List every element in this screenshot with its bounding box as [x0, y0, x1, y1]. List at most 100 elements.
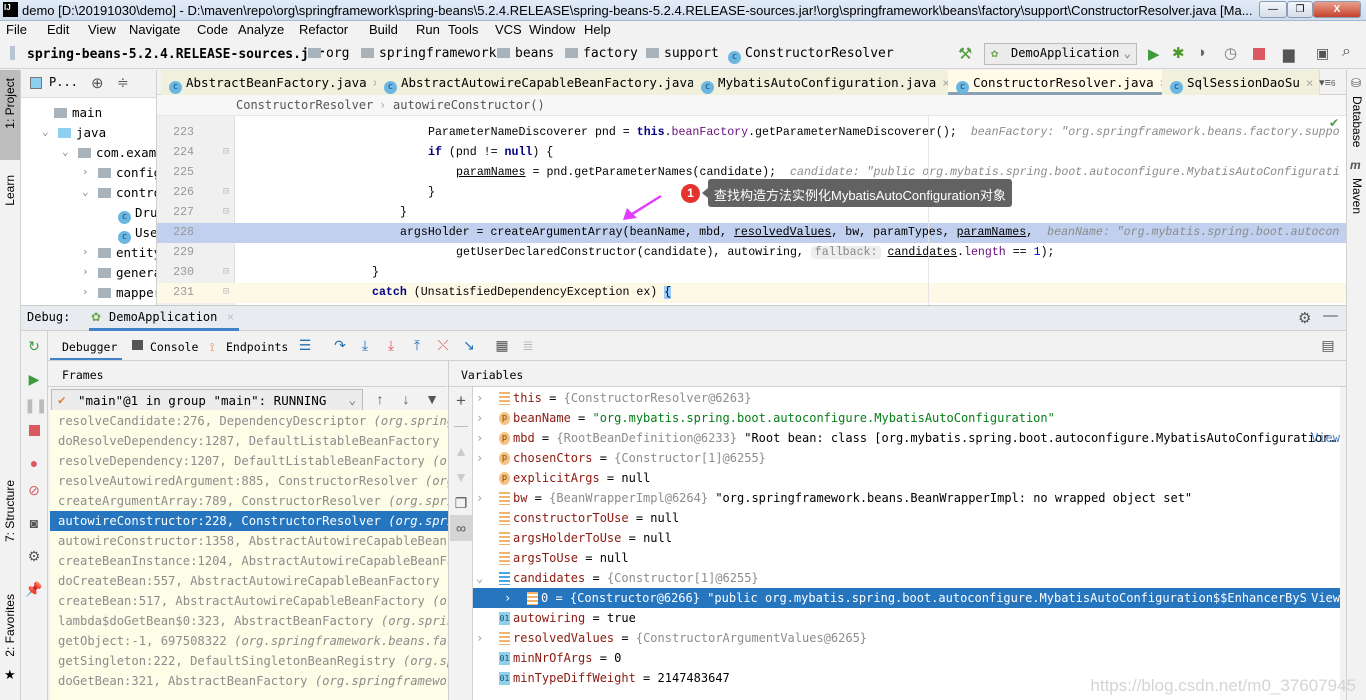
line-number[interactable]: 227: [169, 203, 194, 223]
stack-frame[interactable]: resolveDependency:1207, DefaultListableB…: [50, 451, 448, 471]
locate-icon[interactable]: ⊕: [91, 74, 104, 92]
menu-window[interactable]: Window: [529, 22, 575, 37]
pin-icon[interactable]: 📌: [24, 581, 44, 598]
menu-refactor[interactable]: Refactor: [299, 22, 348, 37]
tree-item-generator[interactable]: › genera: [82, 265, 156, 280]
stack-frame[interactable]: createBean:517, AbstractAutowireCapableB…: [50, 591, 448, 611]
pause-icon[interactable]: ❚❚: [24, 397, 47, 414]
variable-row[interactable]: 01 autowiring = true: [473, 608, 1340, 628]
thread-selector[interactable]: ✔ "main"@1 in group "main": RUNNING ⌄: [51, 389, 363, 412]
run-icon[interactable]: ▶: [1148, 45, 1160, 63]
stack-frame[interactable]: getSingleton:222, DefaultSingletonBeanRe…: [50, 651, 448, 671]
tab-console[interactable]: Console: [130, 331, 200, 360]
evaluate-expression-icon[interactable]: ▦: [492, 337, 512, 354]
menu-navigate[interactable]: Navigate: [129, 22, 180, 37]
move-down-icon[interactable]: ▼: [451, 469, 471, 485]
breadcrumb-factory[interactable]: factory: [565, 46, 638, 61]
line-number[interactable]: 224: [169, 143, 194, 163]
terminal-window-icon[interactable]: ▣: [1316, 45, 1329, 62]
variable-row[interactable]: › this = {ConstructorResolver@6263}: [473, 388, 1340, 408]
variable-row[interactable]: argsHolderToUse = null: [473, 528, 1340, 548]
variable-row[interactable]: › 0 = {Constructor@6266} "public org.myba…: [473, 588, 1340, 608]
menu-tools[interactable]: Tools: [448, 22, 478, 37]
tree-item-com-example[interactable]: ⌄ com.examp: [62, 145, 156, 160]
learn-tool-button[interactable]: Learn: [3, 175, 17, 206]
breadcrumb-class[interactable]: ConstructorResolver: [236, 98, 373, 112]
menu-vcs[interactable]: VCS: [495, 22, 522, 37]
menu-edit[interactable]: Edit: [47, 22, 69, 37]
chevron-right-icon[interactable]: ›: [504, 588, 511, 608]
close-tab-icon[interactable]: ×: [227, 310, 234, 324]
stack-frame[interactable]: resolveCandidate:276, DependencyDescript…: [50, 411, 448, 431]
breadcrumb-springframework[interactable]: springframework: [361, 46, 496, 61]
fold-icon[interactable]: ⊟: [223, 203, 229, 223]
layout-icon[interactable]: ▤: [1318, 337, 1338, 354]
breadcrumb-method[interactable]: autowireConstructor(): [393, 98, 545, 112]
stack-frame[interactable]: resolveAutowiredArgument:885, Constructo…: [50, 471, 448, 491]
settings-icon[interactable]: ⚙: [24, 548, 44, 565]
tree-item-entity[interactable]: › entity: [82, 245, 156, 260]
line-number[interactable]: 231: [169, 283, 194, 303]
tab-endpoints[interactable]: ⟟ Endpoints: [210, 331, 300, 360]
close-window-button[interactable]: X: [1313, 1, 1361, 18]
maven-tool-button[interactable]: Maven: [1350, 178, 1364, 214]
breadcrumb-org[interactable]: org: [308, 46, 349, 61]
breadcrumb-beans[interactable]: beans: [497, 46, 554, 61]
drop-frame-icon[interactable]: ⤬: [433, 337, 453, 354]
fold-icon[interactable]: ⊟: [223, 143, 229, 163]
menu-build[interactable]: Build: [369, 22, 398, 37]
variable-row[interactable]: › bw = {BeanWrapperImpl@6264} "org.spring…: [473, 488, 1340, 508]
line-number[interactable]: 228: [169, 223, 194, 243]
line-number[interactable]: 225: [169, 163, 194, 183]
line-number[interactable]: 226: [169, 183, 194, 203]
filter-icon[interactable]: ▼: [422, 391, 442, 407]
chevron-right-icon[interactable]: ›: [476, 388, 483, 408]
fold-icon[interactable]: ⊟: [223, 283, 229, 303]
mute-breakpoints-icon[interactable]: ⊘: [24, 482, 44, 499]
show-watches-glasses-icon[interactable]: ∞: [451, 520, 471, 536]
step-into-icon[interactable]: ⤓: [355, 337, 375, 354]
chevron-right-icon[interactable]: ›: [476, 488, 483, 508]
tab-constructor-resolver[interactable]: cConstructorResolver.java×: [948, 70, 1175, 95]
stack-frame[interactable]: doResolveDependency:1287, DefaultListabl…: [50, 431, 448, 451]
tree-item-java[interactable]: ⌄ java: [42, 125, 106, 140]
menu-analyze[interactable]: Analyze: [238, 22, 284, 37]
tab-sql-session-dao-support[interactable]: c SqlSessionDaoSu ×: [1162, 70, 1321, 95]
force-step-into-icon[interactable]: ⤓: [381, 337, 401, 354]
stack-frame[interactable]: doGetBean:321, AbstractBeanFactory (org.…: [50, 671, 448, 691]
stack-frame[interactable]: doCreateBean:557, AbstractAutowireCapabl…: [50, 571, 448, 591]
menu-file[interactable]: File: [6, 22, 27, 37]
search-icon[interactable]: ⌕: [1342, 43, 1351, 61]
menu-run[interactable]: Run: [416, 22, 440, 37]
debug-session-tab[interactable]: ✿ DemoApplication ×: [89, 306, 239, 331]
menu-help[interactable]: Help: [584, 22, 611, 37]
tree-item-main[interactable]: main: [54, 105, 102, 120]
variable-row[interactable]: › p chosenCtors = {Constructor[1]@6255}: [473, 448, 1340, 468]
structure-tool-button[interactable]: 7: Structure: [3, 480, 17, 542]
chevron-right-icon[interactable]: ›: [476, 428, 483, 448]
view-link[interactable]: View: [1308, 428, 1340, 448]
camera-icon[interactable]: ◙: [24, 515, 44, 531]
remove-watch-icon[interactable]: —: [451, 417, 471, 433]
tab-debugger[interactable]: Debugger: [50, 331, 122, 360]
breadcrumb-class[interactable]: c ConstructorResolver: [728, 46, 894, 64]
minimize-button[interactable]: —: [1259, 1, 1287, 18]
rerun-icon[interactable]: ↻: [24, 338, 44, 355]
line-number[interactable]: 229: [169, 243, 194, 263]
build-hammer-icon[interactable]: ⚒: [958, 44, 972, 64]
tab-overflow-button[interactable]: ▾≡6: [1319, 76, 1335, 89]
step-over-icon[interactable]: ↷: [330, 337, 350, 354]
chevron-right-icon[interactable]: ›: [476, 408, 483, 428]
variable-row[interactable]: 01 minNrOfArgs = 0: [473, 648, 1340, 668]
menu-icon[interactable]: ☰: [295, 337, 315, 354]
tree-item-config[interactable]: › config: [82, 165, 156, 180]
chevron-right-icon[interactable]: ›: [476, 628, 483, 648]
line-number[interactable]: 230: [169, 263, 194, 283]
gear-icon[interactable]: ⚙: [1298, 309, 1311, 327]
tab-abstract-bean-factory[interactable]: cAbstractBeanFactory.java×: [161, 70, 388, 95]
code-editor[interactable]: 223 ParameterNameDiscoverer pnd = this.be…: [157, 116, 1346, 305]
variable-row[interactable]: argsToUse = null: [473, 548, 1340, 568]
trace-icon[interactable]: ≣: [518, 337, 538, 354]
stack-frame[interactable]: autowireConstructor:228, ConstructorReso…: [50, 511, 448, 531]
view-breakpoints-icon[interactable]: ●: [24, 455, 44, 471]
